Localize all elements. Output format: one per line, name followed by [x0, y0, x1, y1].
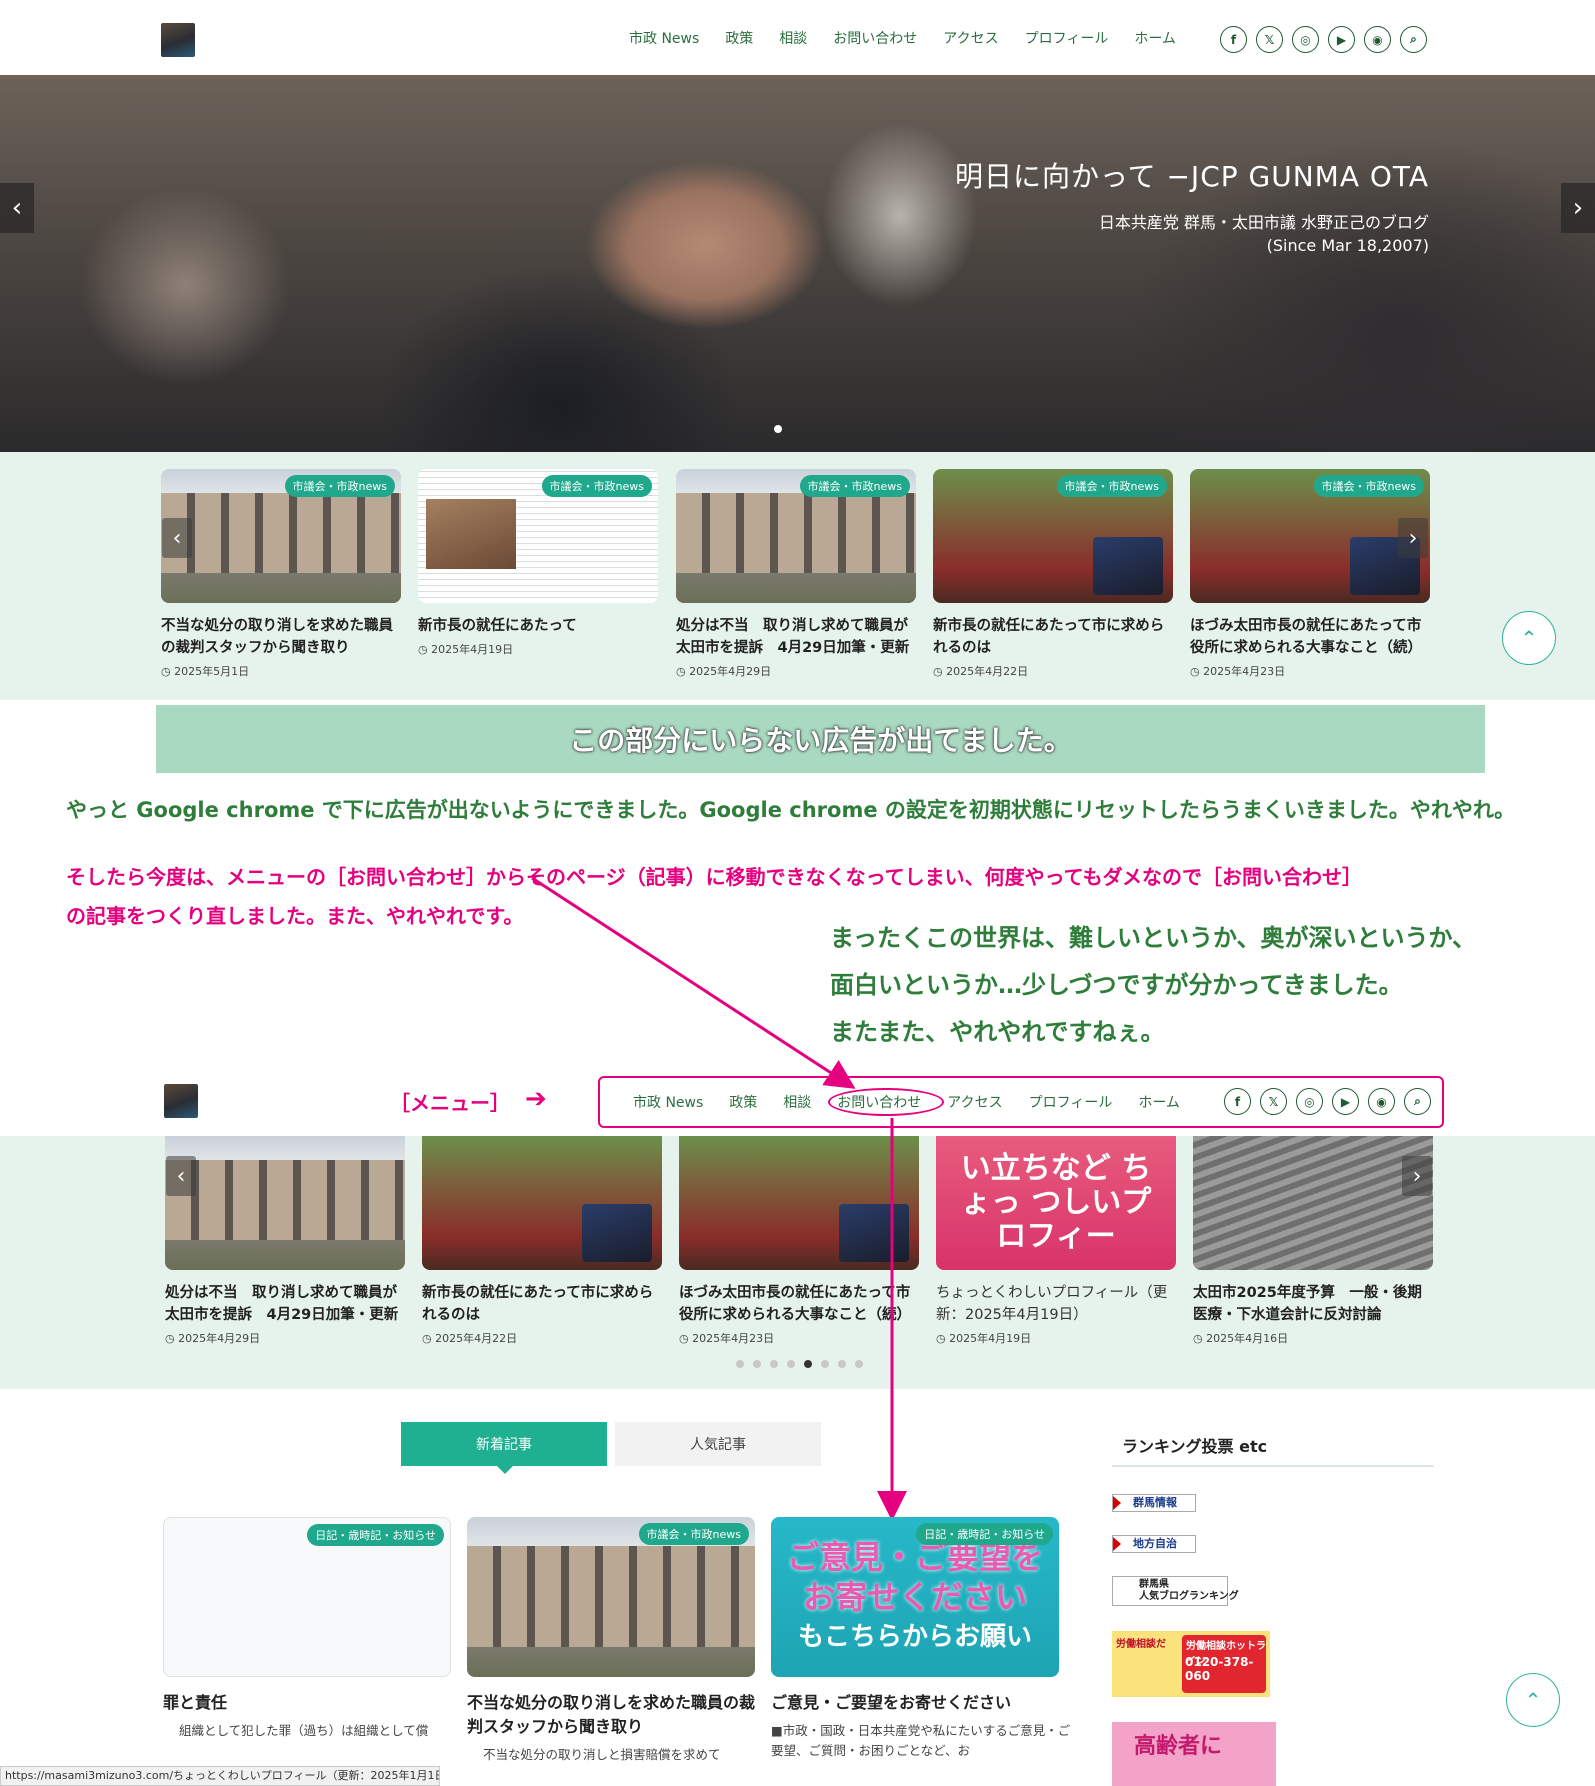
- thumbnail-text: お寄せください: [802, 1578, 1027, 1616]
- category-badge: 日記・歳時記・お知らせ: [916, 1523, 1053, 1545]
- article-card[interactable]: 日記・歳時記・お知らせ 罪と責任 組織として犯した罪（過ち）は組織として償: [163, 1517, 465, 1741]
- blog-ranking-banner[interactable]: 群馬県 人気ブログランキング: [1112, 1576, 1239, 1606]
- article-excerpt: ■市政・国政・日本共産党や私にたいするご意見・ご要望、ご質問・お困りごとなど、お: [771, 1723, 1071, 1758]
- article-title[interactable]: 罪と責任: [163, 1691, 465, 1715]
- article-card[interactable]: 日記・歳時記・お知らせ ご意見・ご要望を お寄せください もこちらからお願い ご…: [771, 1517, 1073, 1761]
- thumbnail-text: もこちらからお願い: [797, 1622, 1032, 1652]
- article-thumbnail: 日記・歳時記・お知らせ ご意見・ご要望を お寄せください もこちらからお願い: [771, 1517, 1059, 1677]
- article-title[interactable]: 不当な処分の取り消しを求めた職員の裁判スタッフから聞き取り: [467, 1691, 769, 1739]
- article-thumbnail: 市議会・市政news: [467, 1517, 755, 1677]
- page-root: 市政 News 政策 相談 お問い合わせ アクセス プロフィール ホーム f 𝕏…: [0, 0, 1595, 1786]
- category-badge: 市議会・市政news: [638, 1523, 749, 1545]
- hotline-phone: 0120-378-060: [1185, 1655, 1254, 1683]
- browser-status-bar: https://masami3mizuno3.com/ちょっとくわしいプロフィー…: [0, 1766, 440, 1786]
- sidebar-title: ランキング投票 etc: [1122, 1437, 1268, 1456]
- scroll-to-top-button-2[interactable]: ⌃: [1506, 1673, 1560, 1727]
- tab-popular-articles[interactable]: 人気記事: [615, 1422, 821, 1466]
- local-gov-link[interactable]: 地方自治: [1112, 1535, 1196, 1553]
- article-card[interactable]: 市議会・市政news 不当な処分の取り消しを求めた職員の裁判スタッフから聞き取り…: [467, 1517, 769, 1765]
- elderly-banner[interactable]: 高齢者に: [1112, 1722, 1276, 1786]
- labor-left-text: 労働相談だ: [1116, 1639, 1166, 1650]
- category-badge: 日記・歳時記・お知らせ: [307, 1524, 444, 1546]
- article-excerpt: 不当な処分の取り消しと損害賠償を求めて: [483, 1747, 721, 1762]
- sidebar-divider: [1112, 1465, 1434, 1467]
- article-title[interactable]: ご意見・ご要望をお寄せください: [771, 1691, 1073, 1715]
- article-thumbnail: 日記・歳時記・お知らせ: [163, 1517, 451, 1677]
- article-excerpt: 組織として犯した罪（過ち）は組織として償: [179, 1723, 429, 1738]
- labor-hotline-banner[interactable]: 労働相談だ 労働相談ホットライン 0120-378-060: [1112, 1631, 1270, 1697]
- arrow-to-contact: [531, 876, 856, 1089]
- gunma-info-link[interactable]: 群馬情報: [1112, 1494, 1196, 1512]
- tab-pointer-icon: [497, 1466, 513, 1474]
- tab-new-articles[interactable]: 新着記事: [401, 1422, 607, 1466]
- elderly-text: 高齢者に: [1134, 1734, 1223, 1759]
